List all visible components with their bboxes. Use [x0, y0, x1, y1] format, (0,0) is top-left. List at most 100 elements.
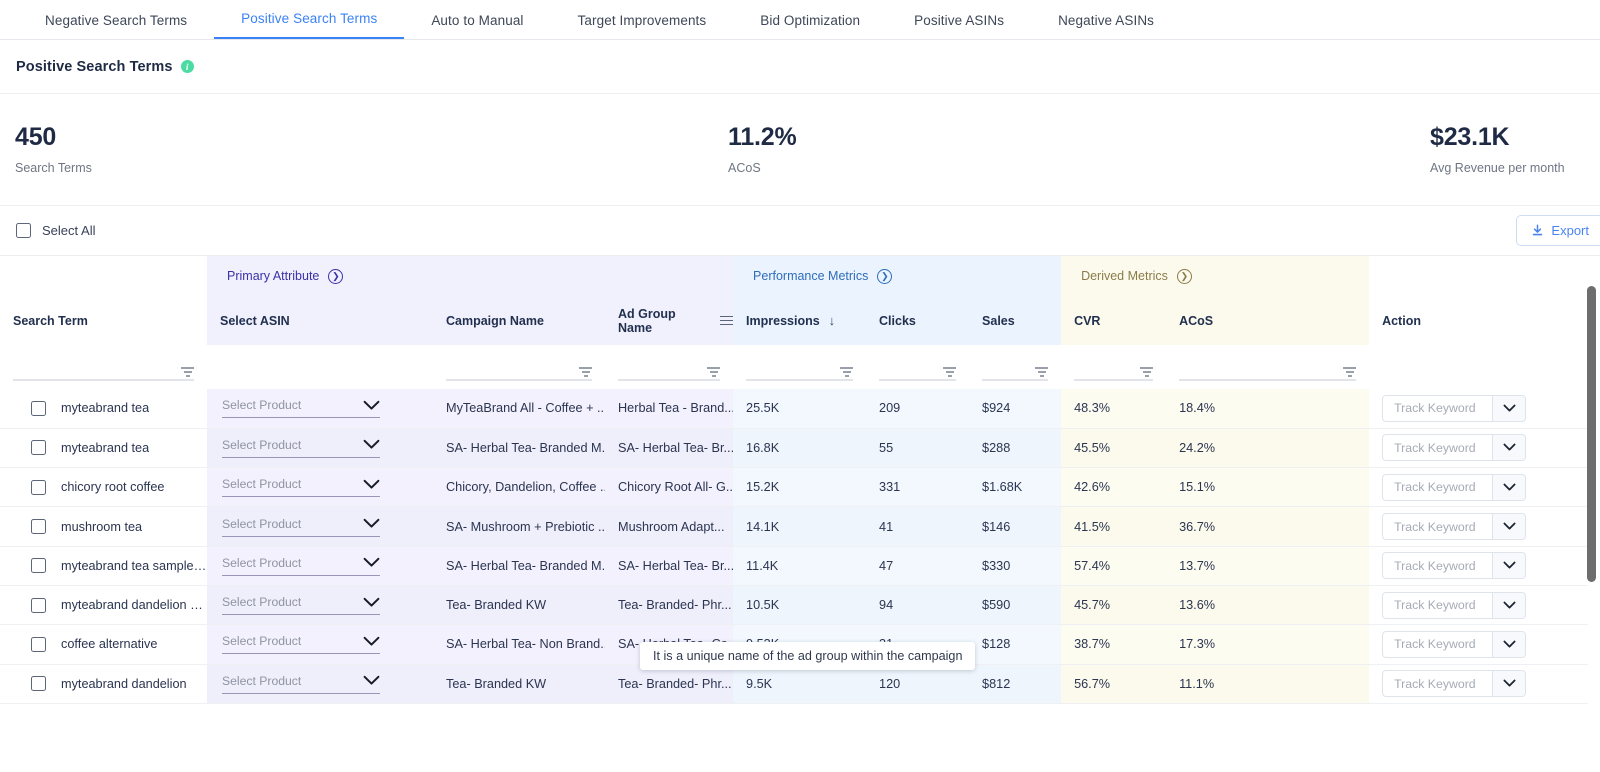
- column-header-search-term[interactable]: Search Term: [0, 296, 207, 345]
- track-keyword-label: Track Keyword: [1394, 401, 1476, 416]
- column-header-impressions[interactable]: Impressions ↓: [733, 296, 867, 345]
- cell-cvr: 48.3%: [1061, 389, 1167, 429]
- row-checkbox[interactable]: [31, 440, 46, 456]
- tab-bid-optimization[interactable]: Bid Optimization: [733, 13, 887, 39]
- chevron-down-icon[interactable]: [1492, 631, 1526, 657]
- chevron-right-circle-icon[interactable]: ❯: [877, 268, 893, 284]
- filter-input[interactable]: [746, 379, 854, 381]
- select-all-checkbox[interactable]: [16, 223, 31, 238]
- filter-input[interactable]: [446, 379, 592, 381]
- select-product-dropdown[interactable]: Select Product: [222, 674, 380, 694]
- column-header-cvr[interactable]: CVR: [1061, 296, 1167, 345]
- filter-cell-acos[interactable]: [1166, 345, 1370, 389]
- vertical-scrollbar-thumb[interactable]: [1587, 286, 1596, 582]
- filter-cell-ad-group-name[interactable]: [605, 345, 734, 389]
- filter-cell-clicks[interactable]: [866, 345, 970, 389]
- filter-icon[interactable]: [579, 367, 592, 377]
- chevron-down-icon[interactable]: [1492, 592, 1526, 618]
- filter-icon[interactable]: [707, 367, 721, 377]
- track-keyword-label: Track Keyword: [1394, 598, 1476, 613]
- cell-sales: $924: [969, 389, 1062, 429]
- row-checkbox[interactable]: [31, 519, 46, 535]
- cell-select-asin: Select Product: [207, 546, 433, 586]
- tab-negative-asins[interactable]: Negative ASINs: [1031, 13, 1181, 39]
- filter-cell-cvr[interactable]: [1061, 345, 1167, 389]
- tab-target-improvements[interactable]: Target Improvements: [551, 13, 734, 39]
- filter-cell-sales[interactable]: [969, 345, 1062, 389]
- row-checkbox[interactable]: [31, 597, 46, 613]
- filter-cell-impressions[interactable]: [733, 345, 867, 389]
- filter-icon[interactable]: [181, 367, 194, 377]
- cell-clicks: 55: [866, 428, 970, 469]
- row-checkbox[interactable]: [31, 676, 46, 692]
- track-keyword-dropdown[interactable]: Track Keyword: [1382, 591, 1527, 619]
- track-keyword-dropdown[interactable]: Track Keyword: [1382, 670, 1527, 698]
- chevron-down-icon[interactable]: [1492, 474, 1526, 500]
- filter-icon[interactable]: [1035, 367, 1049, 377]
- chevron-down-icon[interactable]: [1492, 553, 1526, 579]
- filter-icon[interactable]: [1343, 367, 1357, 377]
- column-group-derived: Derived Metrics ❯: [1061, 256, 1370, 296]
- filter-input[interactable]: [618, 379, 721, 381]
- chevron-down-icon[interactable]: [1492, 514, 1526, 540]
- track-keyword-dropdown[interactable]: Track Keyword: [1382, 394, 1527, 422]
- info-icon[interactable]: i: [180, 60, 194, 73]
- filter-icon[interactable]: [943, 367, 957, 377]
- row-checkbox[interactable]: [31, 636, 46, 652]
- tab-auto-to-manual[interactable]: Auto to Manual: [404, 13, 550, 39]
- column-menu-icon[interactable]: [720, 315, 734, 326]
- cell-cvr: 56.7%: [1061, 664, 1167, 704]
- filter-cell-search-term[interactable]: [0, 345, 207, 389]
- track-keyword-label: Track Keyword: [1394, 637, 1476, 652]
- select-product-placeholder: Select Product: [222, 634, 302, 649]
- select-product-dropdown[interactable]: Select Product: [222, 595, 380, 616]
- row-checkbox[interactable]: [31, 400, 46, 416]
- select-product-dropdown[interactable]: Select Product: [222, 556, 380, 576]
- cell-acos: 24.2%: [1166, 428, 1370, 469]
- chevron-down-icon[interactable]: [1492, 395, 1526, 421]
- sort-descending-icon[interactable]: ↓: [829, 313, 836, 328]
- column-header-campaign-name[interactable]: Campaign Name: [433, 296, 605, 345]
- column-header-clicks[interactable]: Clicks: [866, 296, 970, 345]
- select-product-dropdown[interactable]: Select Product: [222, 517, 380, 537]
- search-term-text: mushroom tea: [61, 519, 143, 534]
- column-header-select-asin[interactable]: Select ASIN: [207, 296, 433, 345]
- filter-input[interactable]: [1074, 379, 1154, 381]
- row-checkbox[interactable]: [31, 558, 46, 574]
- track-keyword-dropdown[interactable]: Track Keyword: [1382, 434, 1527, 462]
- stat-card-1: 11.2% ACoS: [728, 124, 797, 175]
- cell-campaign-name: SA- Herbal Tea- Branded M...: [433, 546, 605, 586]
- cell-sales: $288: [969, 428, 1062, 469]
- track-keyword-dropdown[interactable]: Track Keyword: [1382, 630, 1527, 658]
- search-terms-table: Primary Attribute ❯ Performance Metrics ❯ De…: [0, 256, 1589, 704]
- filter-input[interactable]: [1179, 379, 1357, 381]
- column-header-sales[interactable]: Sales: [969, 296, 1062, 345]
- track-keyword-dropdown[interactable]: Track Keyword: [1382, 513, 1527, 541]
- column-header-ad-group-name[interactable]: Ad Group Name: [605, 296, 734, 345]
- select-product-dropdown[interactable]: Select Product: [222, 438, 380, 458]
- export-button[interactable]: Export: [1516, 215, 1600, 246]
- tab-positive-search-terms[interactable]: Positive Search Terms: [214, 11, 405, 39]
- track-keyword-dropdown[interactable]: Track Keyword: [1382, 473, 1527, 501]
- column-group-header-row: Primary Attribute ❯ Performance Metrics ❯ De…: [0, 256, 1589, 296]
- row-checkbox[interactable]: [31, 479, 46, 495]
- select-product-dropdown[interactable]: Select Product: [222, 398, 380, 419]
- tab-positive-asins[interactable]: Positive ASINs: [887, 13, 1031, 39]
- chevron-down-icon[interactable]: [1492, 671, 1526, 697]
- tab-negative-search-terms[interactable]: Negative Search Terms: [18, 13, 214, 39]
- column-header-acos[interactable]: ACoS: [1166, 296, 1370, 345]
- filter-icon[interactable]: [840, 367, 854, 377]
- chevron-down-icon[interactable]: [1492, 435, 1526, 461]
- select-product-dropdown[interactable]: Select Product: [222, 477, 380, 498]
- filter-input[interactable]: [982, 379, 1049, 381]
- column-header-action[interactable]: Action: [1369, 296, 1589, 345]
- select-product-dropdown[interactable]: Select Product: [222, 634, 380, 655]
- chevron-right-circle-icon[interactable]: ❯: [1176, 268, 1192, 284]
- cell-action: Track Keyword: [1369, 467, 1589, 508]
- chevron-right-circle-icon[interactable]: ❯: [328, 268, 344, 284]
- filter-cell-campaign-name[interactable]: [433, 345, 605, 389]
- filter-input[interactable]: [879, 379, 957, 381]
- filter-input[interactable]: [13, 379, 194, 381]
- filter-icon[interactable]: [1140, 367, 1154, 377]
- track-keyword-dropdown[interactable]: Track Keyword: [1382, 552, 1527, 580]
